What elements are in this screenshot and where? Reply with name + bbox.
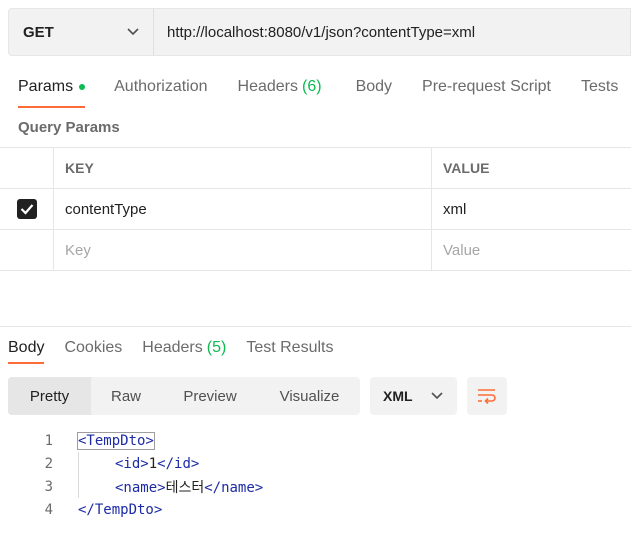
chevron-down-icon xyxy=(431,392,443,400)
table-header-row: KEY VALUE xyxy=(0,148,631,189)
line-number: 2 xyxy=(44,455,53,472)
param-value-input[interactable]: xml xyxy=(432,189,631,229)
params-active-dot xyxy=(79,84,86,90)
line-number: 4 xyxy=(44,501,53,518)
xml-tag: </id> xyxy=(157,455,200,472)
request-tabs: Params Authorization Headers (6) Body Pre… xyxy=(18,72,618,108)
code-line: 1 <TempDto> xyxy=(0,429,631,452)
xml-text: 테스터 xyxy=(165,479,205,496)
wrap-lines-button[interactable] xyxy=(467,377,507,415)
response-divider xyxy=(0,326,631,327)
xml-tag: <name> xyxy=(115,479,166,496)
tab-label: Cookies xyxy=(64,339,123,356)
code-text: <TempDto> xyxy=(77,431,155,450)
line-number: 1 xyxy=(44,432,53,449)
query-params-title: Query Params xyxy=(18,119,120,136)
response-tab-body[interactable]: Body xyxy=(8,336,45,364)
new-key-input[interactable]: Key xyxy=(54,230,432,270)
format-label: XML xyxy=(383,388,413,404)
response-tab-test-results[interactable]: Test Results xyxy=(246,336,333,360)
tab-label: Body xyxy=(8,339,45,356)
method-select[interactable]: GET xyxy=(9,9,154,55)
tab-headers[interactable]: Headers (6) xyxy=(238,72,322,102)
xml-tag: <TempDto> xyxy=(77,431,155,450)
tab-pre-request-script[interactable]: Pre-request Script xyxy=(422,72,551,102)
check-icon xyxy=(20,204,33,215)
code-text: <id>1</id> xyxy=(115,456,199,472)
response-tab-headers[interactable]: Headers (5) xyxy=(142,336,226,360)
row-check-cell xyxy=(0,189,54,229)
tab-label: Headers xyxy=(237,78,298,95)
column-header-value: VALUE xyxy=(443,160,490,176)
xml-tag: <id> xyxy=(115,455,149,472)
code-line: 3 <name>테스터</name> xyxy=(0,475,631,498)
response-tabs: Body Cookies Headers (5) Test Results xyxy=(8,336,333,366)
method-label: GET xyxy=(23,23,54,41)
table-row: contentType xml xyxy=(0,189,631,230)
new-value-input[interactable]: Value xyxy=(432,230,631,270)
xml-tag: </name> xyxy=(204,479,264,496)
headers-count: (6) xyxy=(302,78,322,95)
code-line: 2 <id>1</id> xyxy=(0,452,631,475)
row-check-cell xyxy=(0,230,54,270)
url-input[interactable]: http://localhost:8080/v1/json?contentTyp… xyxy=(154,9,630,55)
tab-label: Body xyxy=(355,78,393,95)
table-row-empty: Key Value xyxy=(0,230,631,271)
tab-tests[interactable]: Tests xyxy=(581,72,618,102)
param-checkbox[interactable] xyxy=(16,199,37,219)
view-raw-button[interactable]: Raw xyxy=(91,377,161,415)
code-text: </TempDto> xyxy=(78,502,162,518)
indent-guide xyxy=(78,452,79,498)
header-check-cell xyxy=(0,148,54,188)
response-tab-cookies[interactable]: Cookies xyxy=(64,336,122,360)
view-visualize-button[interactable]: Visualize xyxy=(259,377,360,415)
format-select[interactable]: XML xyxy=(370,377,457,415)
chevron-down-icon xyxy=(127,28,139,36)
param-key-input[interactable]: contentType xyxy=(54,189,432,229)
wrap-lines-icon xyxy=(478,389,496,404)
view-preview-button[interactable]: Preview xyxy=(161,377,259,415)
tab-label: Pre-request Script xyxy=(422,78,551,95)
column-header-key: KEY xyxy=(54,148,432,188)
view-pretty-button[interactable]: Pretty xyxy=(8,377,91,415)
tab-label: Authorization xyxy=(114,78,208,95)
code-text: <name>테스터</name> xyxy=(115,477,263,497)
code-line: 4 </TempDto> xyxy=(0,498,631,521)
params-table: KEY VALUE contentType xml Key Value xyxy=(0,147,631,271)
tab-label: Params xyxy=(18,78,74,95)
line-number: 3 xyxy=(44,478,53,495)
tab-label: Test Results xyxy=(246,339,334,356)
view-mode-group: Pretty Raw Preview Visualize xyxy=(8,377,360,415)
xml-text: 1 xyxy=(148,455,158,472)
tab-body[interactable]: Body xyxy=(356,72,392,102)
response-code-view[interactable]: 1 <TempDto> 2 <id>1</id> 3 <name>테스터</na… xyxy=(0,429,631,521)
xml-tag: </TempDto> xyxy=(78,501,163,518)
request-bar: GET http://localhost:8080/v1/json?conten… xyxy=(8,8,631,56)
tab-params[interactable]: Params xyxy=(18,72,86,108)
tab-authorization[interactable]: Authorization xyxy=(114,72,207,102)
tab-label: Headers xyxy=(142,339,203,356)
response-headers-count: (5) xyxy=(206,339,227,356)
tab-label: Tests xyxy=(580,78,619,95)
